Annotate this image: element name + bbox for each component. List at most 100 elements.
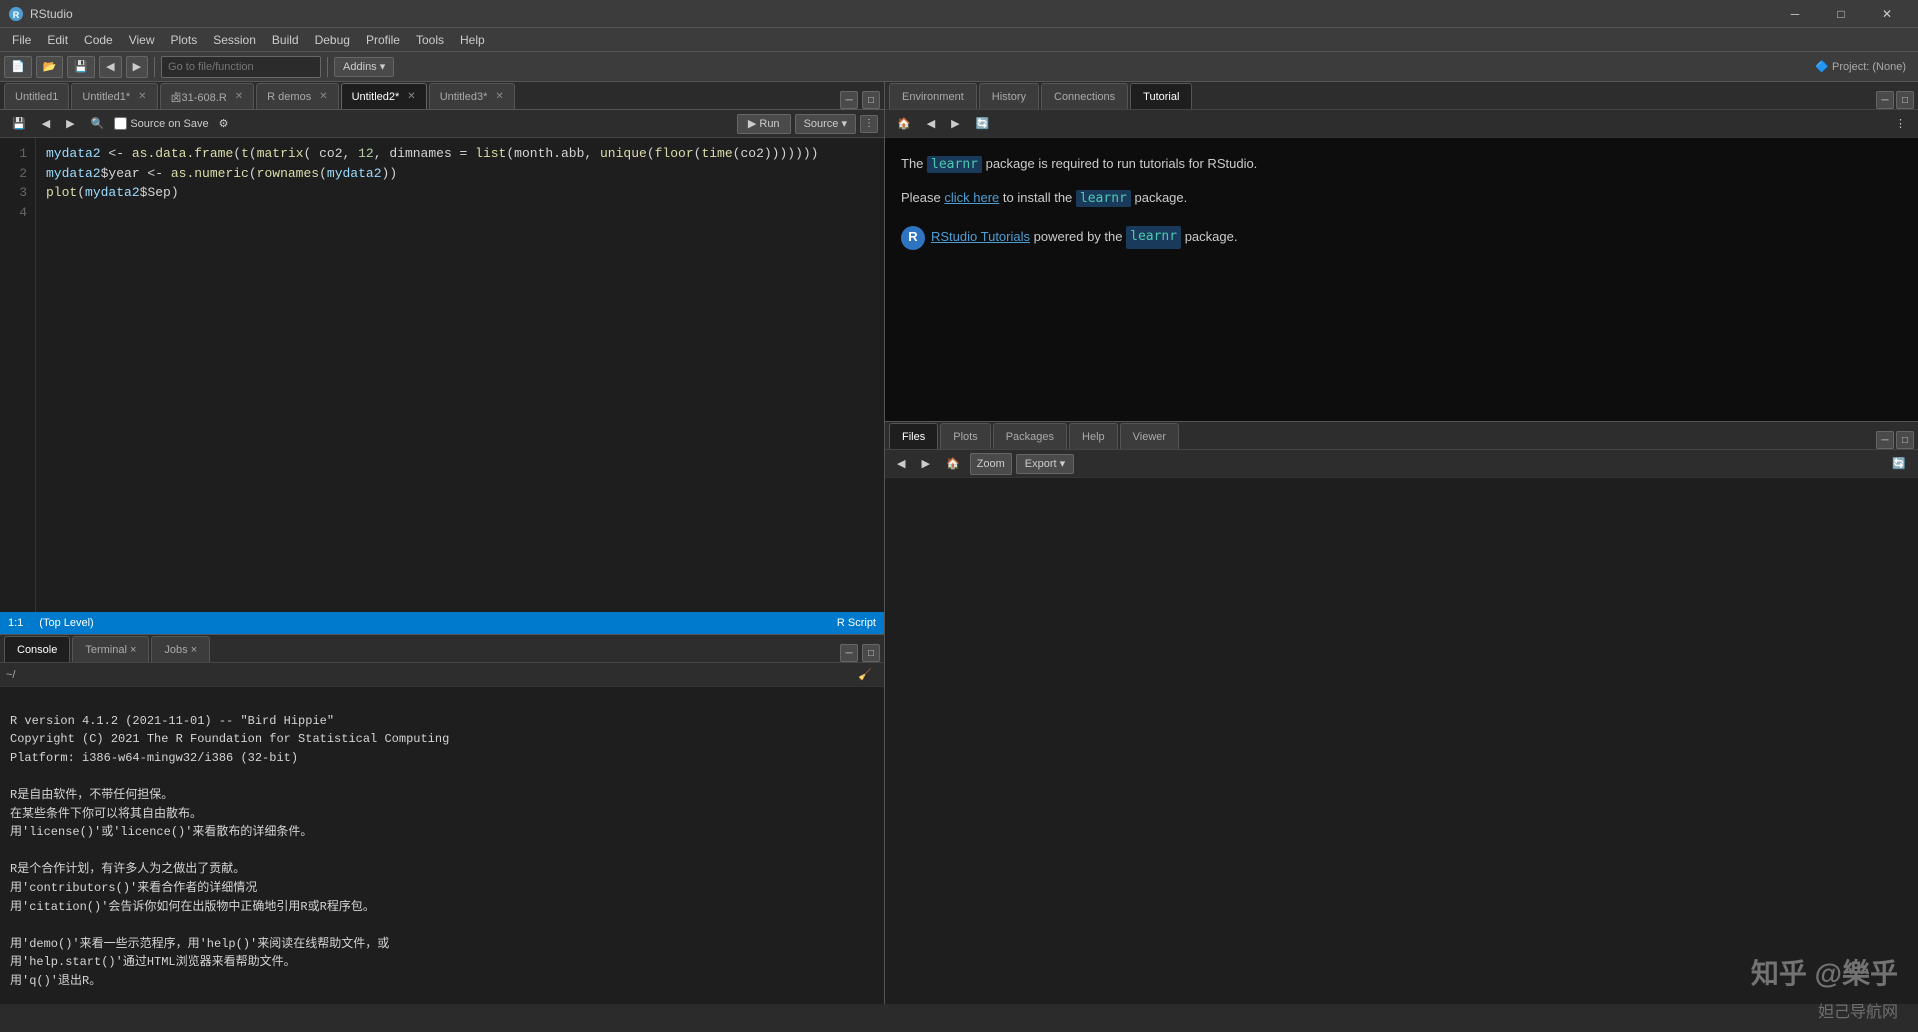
console-line <box>10 916 874 935</box>
bottom-right-collapse[interactable]: ─ <box>1876 431 1894 449</box>
editor-collapse-button[interactable]: ─ <box>840 91 858 109</box>
code-editor[interactable]: mydata2 <- as.data.frame(t(matrix( co2, … <box>36 138 884 612</box>
tab-close-icon[interactable]: ✕ <box>319 91 327 102</box>
menu-file[interactable]: File <box>4 31 39 49</box>
panel-tab-help[interactable]: Help <box>1069 423 1118 449</box>
editor-tab-untitled1-modified[interactable]: Untitled1* ✕ <box>71 83 157 109</box>
console-content[interactable]: R version 4.1.2 (2021-11-01) -- "Bird Hi… <box>0 687 884 1004</box>
files-refresh-button[interactable]: 🔄 <box>1886 454 1912 474</box>
console-line: R version 4.1.2 (2021-11-01) -- "Bird Hi… <box>10 712 874 731</box>
files-back-button[interactable]: ◀ <box>891 454 911 474</box>
tutorial-line1: The learnr package is required to run tu… <box>901 154 1902 176</box>
panel-tab-connections[interactable]: Connections <box>1041 83 1128 109</box>
close-button[interactable]: ✕ <box>1864 0 1910 28</box>
tutorial-home-button[interactable]: 🏠 <box>891 114 917 134</box>
top-right-expand[interactable]: □ <box>1896 91 1914 109</box>
console-tab-terminal[interactable]: Terminal × <box>72 636 149 662</box>
source-on-save-label[interactable]: Source on Save <box>114 117 208 130</box>
console-line: 用'license()'或'licence()'来看散布的详细条件。 <box>10 823 874 842</box>
menu-view[interactable]: View <box>121 31 163 49</box>
cursor-position: 1:1 <box>8 617 23 629</box>
editor-tab-untitled2[interactable]: Untitled2* ✕ <box>341 83 427 109</box>
click-here-link[interactable]: click here <box>944 190 999 205</box>
editor-forward-button[interactable]: ▶ <box>60 114 80 134</box>
files-forward-button[interactable]: ▶ <box>915 454 935 474</box>
find-button[interactable]: 🔍 <box>85 114 111 134</box>
console-tab-console[interactable]: Console <box>4 636 70 662</box>
files-home-button[interactable]: 🏠 <box>940 454 966 474</box>
menu-profile[interactable]: Profile <box>358 31 408 49</box>
open-button[interactable]: 📂 <box>36 56 64 78</box>
titlebar: R RStudio ─ □ ✕ <box>0 0 1918 28</box>
menu-edit[interactable]: Edit <box>39 31 76 49</box>
window-controls: ─ □ ✕ <box>1772 0 1910 28</box>
rstudio-tutorials-link[interactable]: RStudio Tutorials <box>931 227 1030 248</box>
panel-tab-environment[interactable]: Environment <box>889 83 977 109</box>
go-to-file-input[interactable] <box>161 56 321 78</box>
tutorial-refresh-button[interactable]: 🔄 <box>970 114 996 134</box>
main-layout: Untitled1 Untitled1* ✕ 卤31-608.R ✕ R dem… <box>0 82 1918 1004</box>
minimize-button[interactable]: ─ <box>1772 0 1818 28</box>
menu-code[interactable]: Code <box>76 31 121 49</box>
run-button[interactable]: ▶ Run <box>737 114 791 134</box>
forward-button[interactable]: ▶ <box>126 56 148 78</box>
menu-plots[interactable]: Plots <box>163 31 206 49</box>
panel-tab-plots[interactable]: Plots <box>940 423 990 449</box>
console-line <box>10 842 874 861</box>
maximize-button[interactable]: □ <box>1818 0 1864 28</box>
tutorial-forward-button[interactable]: ▶ <box>945 114 965 134</box>
panel-tab-history[interactable]: History <box>979 83 1039 109</box>
console-line: 在某些条件下你可以将其自由散布。 <box>10 805 874 824</box>
menu-tools[interactable]: Tools <box>408 31 452 49</box>
panel-tab-tutorial[interactable]: Tutorial <box>1130 83 1192 109</box>
console-collapse-button[interactable]: ─ <box>840 644 858 662</box>
console-expand-button[interactable]: □ <box>862 644 880 662</box>
new-file-button[interactable]: 📄 <box>4 56 32 78</box>
tutorial-back-button[interactable]: ◀ <box>921 114 941 134</box>
editor-tab-rdemos[interactable]: R demos ✕ <box>256 83 338 109</box>
source-on-save-text: Source on Save <box>130 118 208 130</box>
zoom-button[interactable]: Zoom <box>970 453 1012 475</box>
export-button[interactable]: Export ▾ <box>1016 454 1074 474</box>
console-tab-jobs[interactable]: Jobs × <box>151 636 210 662</box>
context-label: (Top Level) <box>39 617 93 629</box>
console-line <box>10 767 874 786</box>
panel-tab-viewer[interactable]: Viewer <box>1120 423 1179 449</box>
bottom-right-panel: Files Plots Packages Help Viewer ─ □ ◀ ▶… <box>885 422 1918 1004</box>
save-editor-button[interactable]: 💾 <box>6 114 32 134</box>
tutorial-more-button[interactable]: ⋮ <box>1889 114 1912 134</box>
editor-tab-untitled3[interactable]: Untitled3* ✕ <box>429 83 515 109</box>
back-button[interactable]: ◀ <box>99 56 121 78</box>
top-right-collapse[interactable]: ─ <box>1876 91 1894 109</box>
source-button[interactable]: Source ▾ <box>795 114 856 134</box>
console-toolbar: ~/ 🧹 <box>0 663 884 687</box>
panel-tab-packages[interactable]: Packages <box>993 423 1067 449</box>
editor-expand-button[interactable]: □ <box>862 91 880 109</box>
editor-options-button[interactable]: ⚙ <box>213 114 235 134</box>
editor-toolbar-more[interactable]: ⋮ <box>860 115 878 133</box>
menu-build[interactable]: Build <box>264 31 307 49</box>
source-on-save-checkbox[interactable] <box>114 117 127 130</box>
tab-close-icon[interactable]: ✕ <box>495 91 503 102</box>
addins-button[interactable]: Addins ▾ <box>334 57 394 77</box>
svg-text:R: R <box>13 10 20 20</box>
editor-toolbar: 💾 ◀ ▶ 🔍 Source on Save ⚙ ▶ Run Source ▾ … <box>0 110 884 138</box>
menu-debug[interactable]: Debug <box>307 31 358 49</box>
menubar: File Edit Code View Plots Session Build … <box>0 28 1918 52</box>
menu-help[interactable]: Help <box>452 31 493 49</box>
bottom-right-toolbar: ◀ ▶ 🏠 Zoom Export ▾ 🔄 <box>885 450 1918 478</box>
menu-session[interactable]: Session <box>205 31 264 49</box>
editor-tab-untitled1[interactable]: Untitled1 <box>4 83 69 109</box>
console-line: 用'help.start()'通过HTML浏览器来看帮助文件。 <box>10 953 874 972</box>
bottom-right-expand[interactable]: □ <box>1896 431 1914 449</box>
editor-back-button[interactable]: ◀ <box>36 114 56 134</box>
editor-tab-608[interactable]: 卤31-608.R ✕ <box>160 83 255 109</box>
bottom-right-content <box>885 478 1918 1004</box>
console-clear-button[interactable]: 🧹 <box>852 665 878 685</box>
save-button[interactable]: 💾 <box>67 56 95 78</box>
tab-close-icon[interactable]: ✕ <box>235 91 243 102</box>
panel-tab-files[interactable]: Files <box>889 423 938 449</box>
tab-close-icon[interactable]: ✕ <box>138 91 146 102</box>
top-right-toolbar: 🏠 ◀ ▶ 🔄 ⋮ <box>885 110 1918 138</box>
tab-close-icon[interactable]: ✕ <box>407 91 415 102</box>
